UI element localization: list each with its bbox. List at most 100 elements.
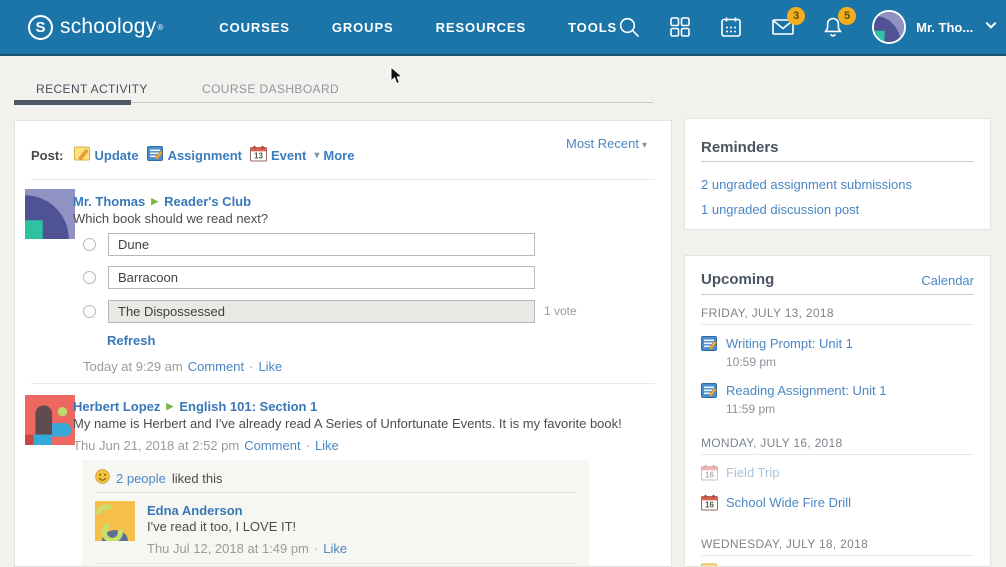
post-meta: Today at 9:29 am Comment · Like [83, 359, 282, 374]
tab-course-dashboard[interactable]: COURSE DASHBOARD [202, 82, 339, 96]
notifications-badge: 5 [838, 7, 856, 25]
nav-resources[interactable]: RESOURCES [436, 20, 526, 35]
svg-text:16: 16 [705, 501, 714, 510]
assignment-icon [701, 335, 718, 352]
event-calendar-icon: 16 [701, 464, 718, 481]
divider [95, 492, 576, 493]
post-author-avatar[interactable] [25, 395, 75, 445]
separator: · [314, 541, 318, 556]
poll-option-2[interactable]: Barracoon [108, 266, 535, 289]
author-link[interactable]: Herbert Lopez [73, 399, 160, 414]
upcoming-date-heading: FRIDAY, JULY 13, 2018 [701, 306, 834, 320]
poll-vote-count: 1 vote [544, 304, 577, 318]
user-menu[interactable]: Mr. Tho... [872, 10, 999, 44]
messages-icon[interactable]: 3 [770, 15, 794, 39]
messages-badge: 3 [787, 7, 805, 25]
poll-radio-option-1[interactable] [83, 238, 96, 251]
comment-body: I've read it too, I LOVE IT! [147, 519, 296, 534]
comment-link[interactable]: Comment [188, 359, 244, 374]
divider [31, 179, 655, 180]
update-note-icon [701, 562, 718, 567]
post-author-avatar[interactable] [25, 189, 75, 239]
liked-text: liked this [172, 471, 223, 486]
tab-recent-activity[interactable]: RECENT ACTIVITY [36, 82, 148, 96]
reminders-title: Reminders [701, 139, 779, 156]
notifications-bell-icon[interactable]: 5 [821, 15, 845, 39]
user-name: Mr. Tho... [916, 20, 973, 35]
assignment-icon [147, 145, 164, 165]
reminders-card: Reminders 2 ungraded assignment submissi… [684, 118, 991, 230]
poll-refresh-link[interactable]: Refresh [107, 333, 155, 348]
svg-text:13: 13 [254, 152, 263, 161]
divider [701, 555, 974, 556]
upcoming-event-link[interactable]: School Wide Fire Drill [726, 495, 851, 510]
top-navbar: S schoology ® COURSES GROUPS RESOURCES T… [0, 0, 1006, 56]
chevron-down-icon[interactable] [983, 17, 999, 38]
schoology-logo[interactable]: S schoology ® [28, 15, 163, 40]
likes-summary: 2 people liked this [95, 469, 222, 487]
post-more-button[interactable]: ▾ More [314, 148, 354, 163]
caret-down-icon: ▾ [314, 150, 319, 161]
nav-tools[interactable]: TOOLS [568, 20, 617, 35]
like-link[interactable]: Like [323, 541, 347, 556]
post-header: Mr. Thomas ▶ Reader's Club [73, 194, 251, 209]
upcoming-date-heading: MONDAY, JULY 16, 2018 [701, 436, 842, 450]
breadcrumb-arrow-icon: ▶ [151, 196, 158, 207]
poll-option-1[interactable]: Dune [108, 233, 535, 256]
divider [701, 454, 974, 455]
search-icon[interactable] [617, 15, 641, 39]
update-note-icon [74, 145, 91, 165]
post-update-button[interactable]: Update [74, 145, 139, 165]
author-link[interactable]: Mr. Thomas [73, 194, 145, 209]
smiley-icon [95, 469, 110, 487]
app-grid-icon[interactable] [668, 15, 692, 39]
svg-text:16: 16 [705, 471, 714, 480]
nav-groups[interactable]: GROUPS [332, 20, 394, 35]
breadcrumb-arrow-icon: ▶ [166, 401, 173, 412]
post-assignment-button[interactable]: Assignment [147, 145, 242, 165]
schoology-s-icon: S [28, 15, 53, 40]
separator: · [306, 438, 310, 453]
poll-radio-option-3[interactable] [83, 305, 96, 318]
event-calendar-icon: 13 [250, 145, 267, 165]
post-body: Which book should we read next? [73, 211, 268, 226]
separator: · [249, 359, 253, 374]
upcoming-event-link[interactable]: Writing Prompt: Unit 1 [726, 336, 853, 351]
comment-author-avatar[interactable] [95, 501, 135, 541]
comment-link[interactable]: Comment [244, 438, 300, 453]
poll-radio-option-2[interactable] [83, 271, 96, 284]
upcoming-event-link[interactable]: Reading Assignment: Unit 1 [726, 383, 886, 398]
upcoming-event-time: 11:59 pm [726, 402, 775, 416]
post-event-button[interactable]: 13 Event [250, 145, 306, 165]
reminder-ungraded-discussion-link[interactable]: 1 ungraded discussion post [701, 202, 859, 217]
assignment-icon [701, 382, 718, 399]
post-header: Herbert Lopez ▶ English 101: Section 1 [73, 399, 317, 414]
comment-timestamp: Thu Jul 12, 2018 at 1:49 pm [147, 541, 309, 556]
sort-most-recent-dropdown[interactable]: Most Recent▾ [566, 136, 647, 151]
course-link[interactable]: Reader's Club [164, 194, 251, 209]
post-body: My name is Herbert and I've already read… [73, 416, 622, 431]
comment-author-link[interactable]: Edna Anderson [147, 503, 243, 518]
divider [95, 563, 576, 564]
event-calendar-icon: 16 [701, 494, 718, 511]
post-timestamp: Today at 9:29 am [83, 359, 183, 374]
calendar-icon[interactable] [719, 15, 743, 39]
like-link[interactable]: Like [258, 359, 282, 374]
like-link[interactable]: Like [315, 438, 339, 453]
reminder-ungraded-assignments-link[interactable]: 2 ungraded assignment submissions [701, 177, 912, 192]
poll-option-3[interactable]: The Dispossessed [108, 300, 535, 323]
course-link[interactable]: English 101: Section 1 [179, 399, 317, 414]
divider [701, 161, 974, 162]
caret-down-icon: ▾ [642, 140, 647, 151]
tab-underline [131, 102, 653, 103]
calendar-link[interactable]: Calendar [921, 273, 974, 288]
upcoming-title: Upcoming [701, 271, 774, 288]
liked-by-link[interactable]: 2 people [116, 471, 166, 486]
nav-courses[interactable]: COURSES [219, 20, 290, 35]
divider [31, 383, 655, 384]
brand-text: schoology [60, 15, 156, 39]
post-timestamp: Thu Jun 21, 2018 at 2:52 pm [73, 438, 239, 453]
post-label: Post: [31, 148, 64, 163]
comment-meta: Thu Jul 12, 2018 at 1:49 pm · Like [147, 541, 347, 556]
upcoming-event-link[interactable]: Field Trip [726, 465, 779, 480]
